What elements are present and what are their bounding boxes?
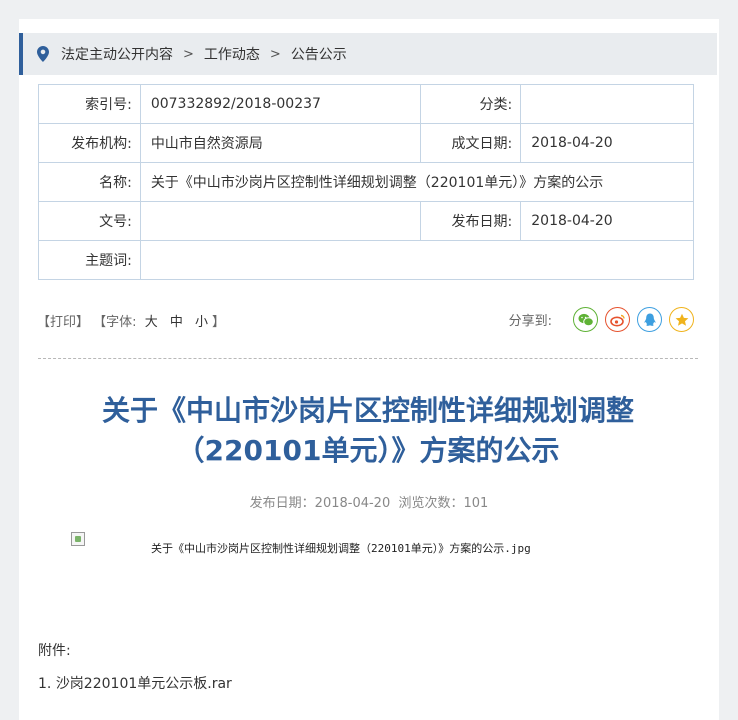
publisher-value: 中山市自然资源局: [139, 123, 422, 163]
page-container: 法定主动公开内容 > 工作动态 > 公告公示 索引号: 007332892/20…: [19, 19, 719, 720]
index-value: 007332892/2018-00237: [139, 84, 422, 124]
article-info: 发布日期：2018-04-20 浏览次数：101: [19, 492, 719, 511]
article-title: 关于《中山市沙岗片区控制性详细规划调整（220101单元）》方案的公示: [101, 394, 634, 467]
wechat-icon[interactable]: [573, 307, 598, 332]
table-row: 名称: 关于《中山市沙岗片区控制性详细规划调整（220101单元）》方案的公示: [38, 162, 695, 202]
attachments-label: 附件:: [38, 643, 71, 659]
keywords-label: 主题词:: [38, 240, 141, 280]
written-date-label: 成文日期:: [420, 123, 522, 163]
weibo-icon[interactable]: [605, 307, 630, 332]
publisher-label: 发布机构:: [38, 123, 141, 163]
font-size-small-button[interactable]: 小: [195, 315, 208, 330]
article-view-count: 浏览次数：101: [398, 496, 489, 511]
font-size-suffix: 】: [212, 315, 226, 330]
doc-number-value: [139, 201, 422, 241]
table-row: 发布机构: 中山市自然资源局 成文日期: 2018-04-20: [38, 123, 694, 163]
attachment-number: 1.: [38, 676, 52, 692]
table-row: 文号: 发布日期: 2018-04-20: [38, 201, 694, 241]
location-pin-icon: [37, 46, 49, 62]
font-size-prefix: 【字体:: [93, 315, 137, 330]
breadcrumb-item-public-content[interactable]: 法定主动公开内容: [61, 44, 173, 64]
name-label: 名称:: [38, 162, 141, 202]
table-row: 索引号: 007332892/2018-00237 分类:: [38, 84, 694, 124]
breadcrumb-item-work-news[interactable]: 工作动态: [204, 44, 260, 64]
index-label: 索引号:: [38, 84, 141, 124]
font-size-large-button[interactable]: 大: [145, 315, 158, 330]
breadcrumb-item-announcements[interactable]: 公告公示: [291, 44, 347, 64]
category-value: [520, 84, 694, 124]
share-label: 分享到:: [508, 314, 552, 329]
dashed-divider: [38, 358, 698, 359]
image-alt-text: 关于《中山市沙岗片区控制性详细规划调整（220101单元）》方案的公示.jpg: [151, 542, 531, 555]
breadcrumb: 法定主动公开内容 > 工作动态 > 公告公示: [19, 33, 717, 75]
doc-number-label: 文号:: [38, 201, 141, 241]
attachment-item: 1. 沙岗220101单元公示板.rar: [38, 673, 232, 693]
keywords-value: [139, 240, 695, 280]
print-button[interactable]: 【打印】: [37, 315, 89, 330]
document-meta-table: 索引号: 007332892/2018-00237 分类: 发布机构: 中山市自…: [38, 84, 695, 280]
chevron-right-icon: >: [269, 46, 281, 62]
chevron-right-icon: >: [183, 46, 194, 62]
broken-image-icon: [71, 532, 85, 546]
written-date-value: 2018-04-20: [520, 123, 694, 163]
attachment-link[interactable]: 沙岗220101单元公示板.rar: [56, 676, 232, 692]
category-label: 分类:: [420, 84, 522, 124]
font-size-medium-button[interactable]: 中: [170, 315, 183, 330]
publish-date-label: 发布日期:: [420, 201, 522, 241]
article-image: 关于《中山市沙岗片区控制性详细规划调整（220101单元）》方案的公示.jpg: [71, 532, 531, 556]
table-row: 主题词:: [38, 240, 695, 280]
qq-icon[interactable]: [637, 307, 662, 332]
article-tools: 【打印】 【字体: 大 中 小】: [37, 311, 225, 330]
share-bar: 分享到:: [509, 307, 694, 332]
publish-date-value: 2018-04-20: [520, 201, 694, 241]
qzone-icon[interactable]: [669, 307, 694, 332]
name-value: 关于《中山市沙岗片区控制性详细规划调整（220101单元）》方案的公示: [139, 162, 695, 202]
article-publish-date: 发布日期：2018-04-20: [249, 496, 391, 511]
